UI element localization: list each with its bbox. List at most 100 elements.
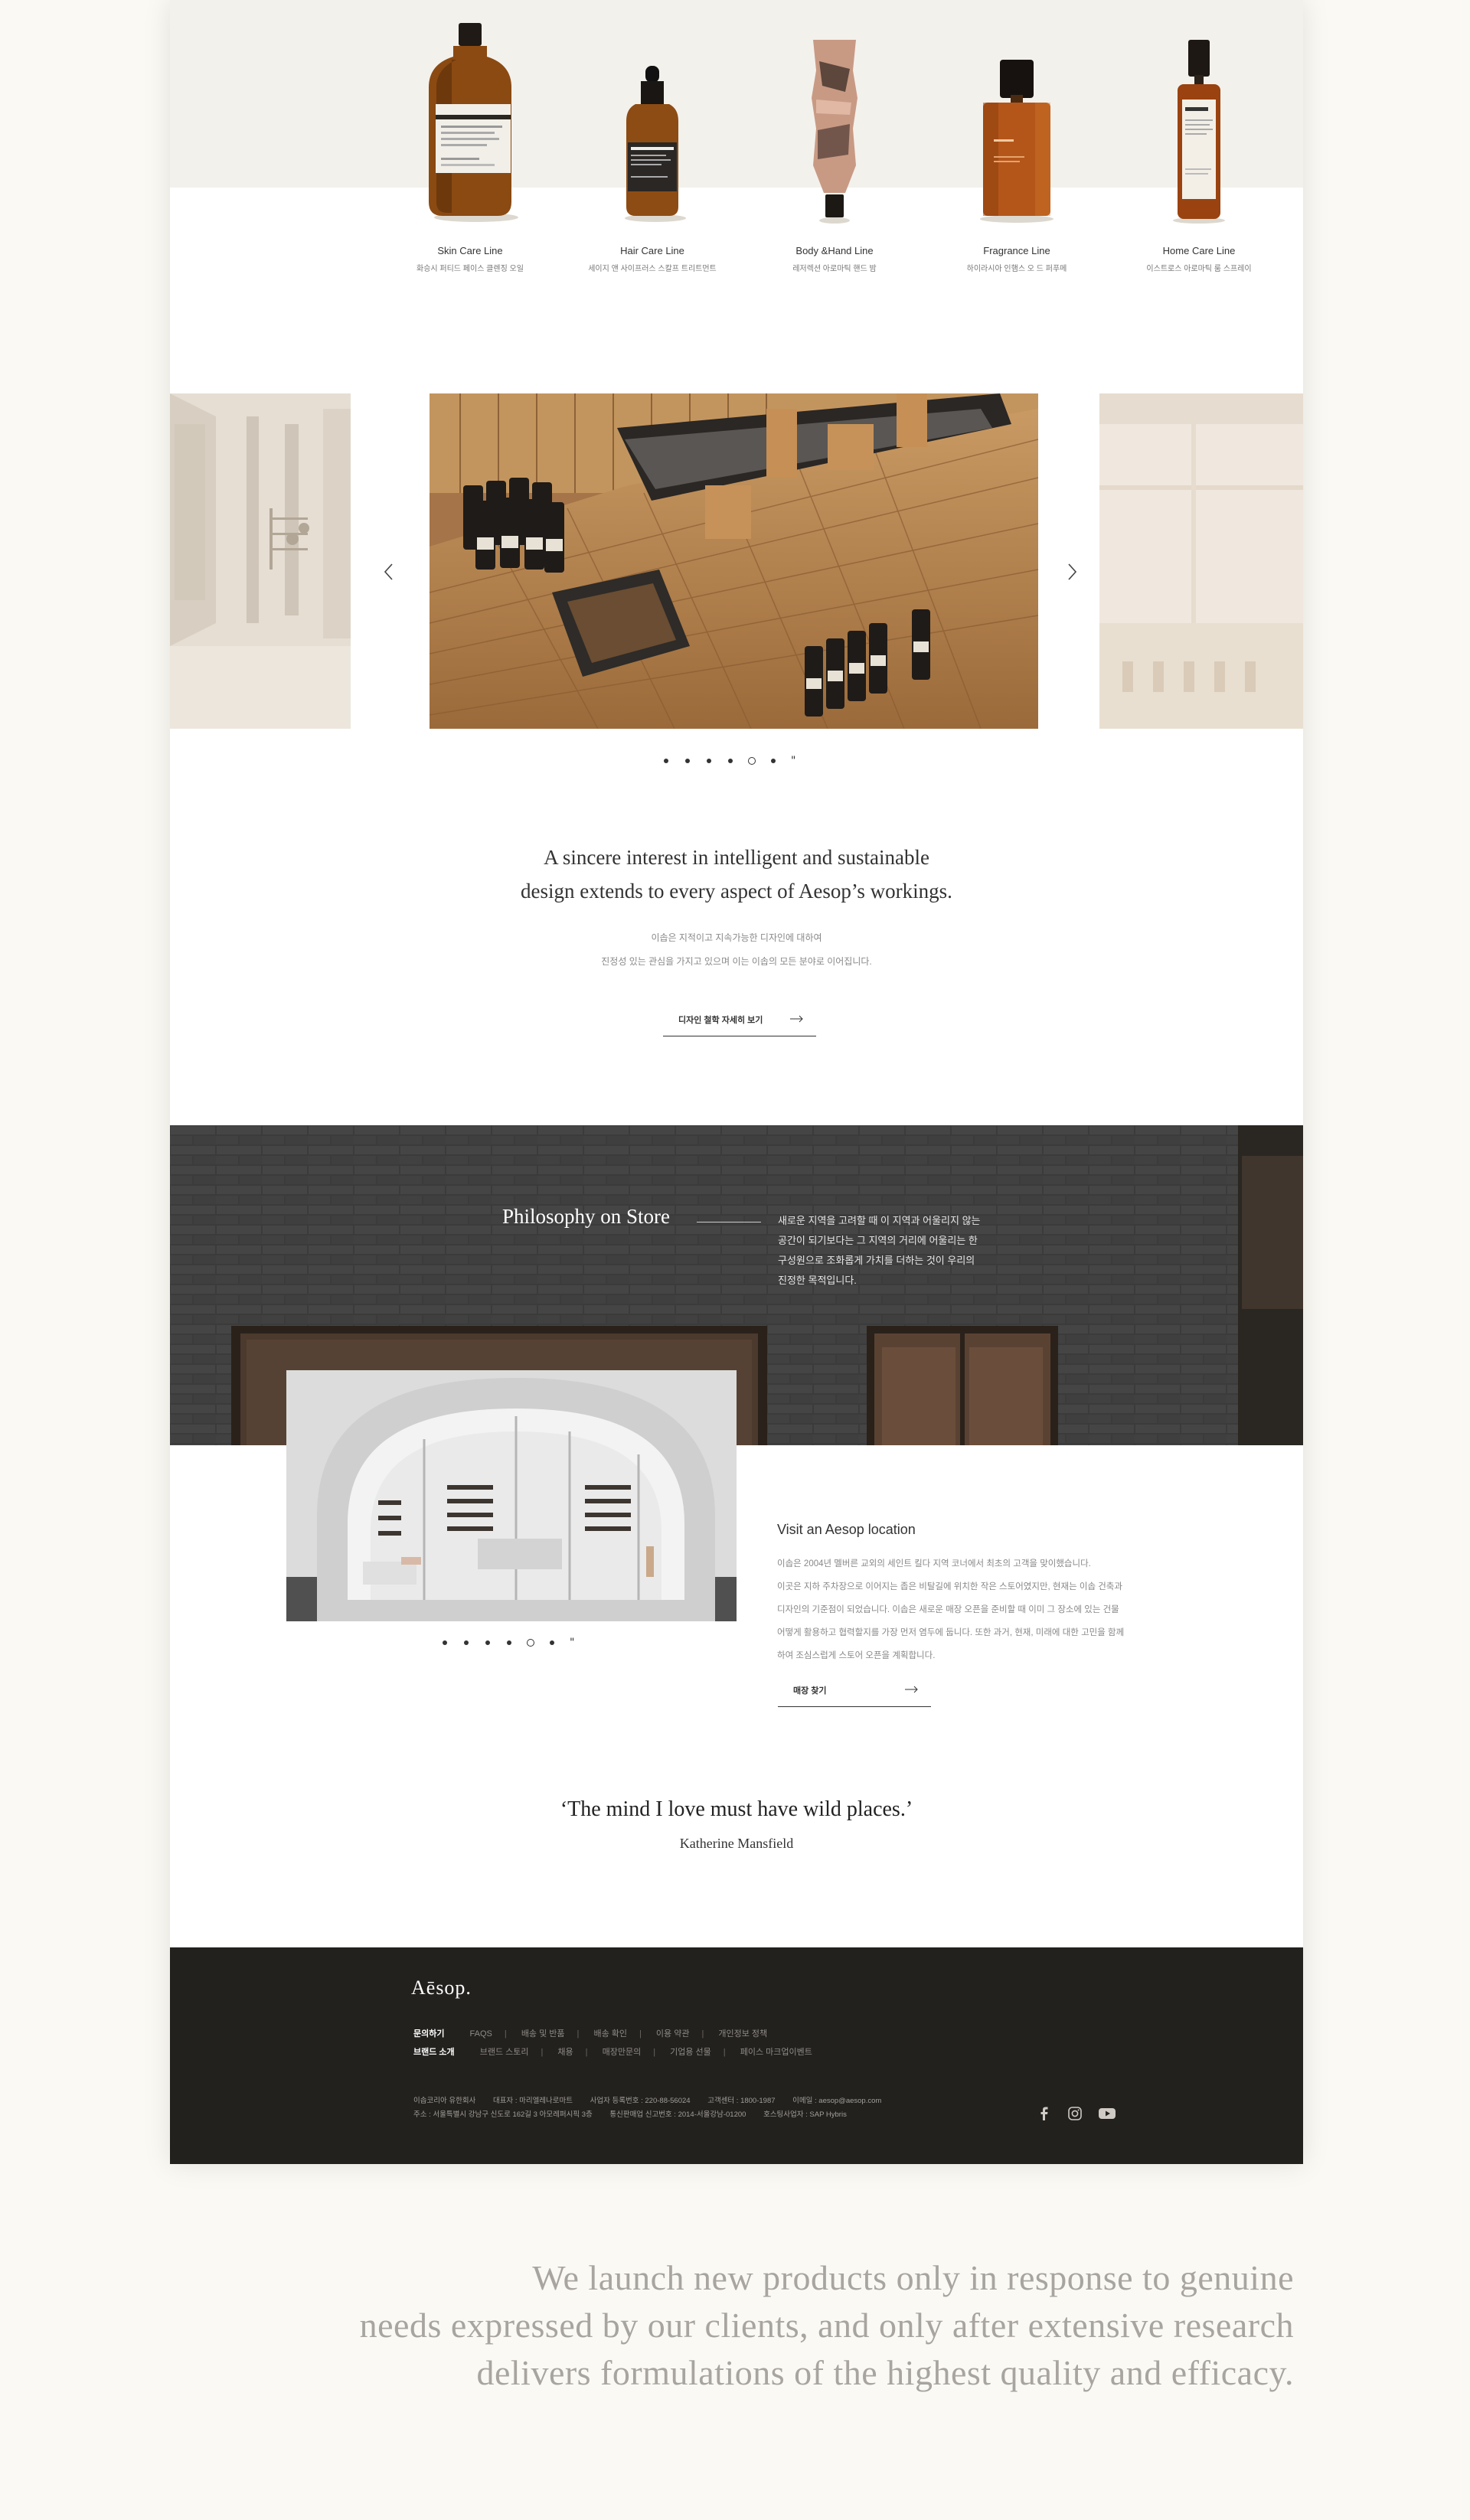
product-subtitle: 레저렉션 아로마틱 핸드 밤 [792, 265, 877, 273]
gallery-main-image [430, 393, 1038, 729]
fragrance-bottle-image [980, 60, 1054, 223]
button-label: 매장 찾기 [793, 1686, 827, 1696]
footer-link[interactable]: 이용 약관 [656, 2029, 690, 2039]
carousel-dot[interactable] [443, 1640, 447, 1645]
footer-row-label: 브랜드 소개 [413, 2048, 455, 2057]
footer-link[interactable]: 배송 확인 [593, 2029, 627, 2039]
facebook-icon[interactable] [1035, 2105, 1054, 2122]
product-subtitle: 이스트로스 아로마틱 룸 스프레이 [1146, 265, 1252, 273]
intro-ko-line: 진정성 있는 관심을 가지고 있으며 이는 이솝의 모든 분야로 이어집니다. [601, 956, 872, 967]
company-info: 호스팅사업자 : SAP Hybris [763, 2110, 847, 2119]
company-info: 이메일 : aesop@aesop.com [792, 2097, 882, 2105]
page-card: Skin Care Line 화승시 퍼티드 페이스 클렌징 오일 Hair C… [170, 0, 1303, 2164]
store-interior-image [286, 1370, 737, 1621]
youtube-icon[interactable] [1098, 2105, 1116, 2122]
visit-description: 이솝은 2004년 멜버른 교외의 세인트 킬다 지역 코너에서 최초의 고객을… [777, 1552, 1152, 1667]
carousel-dot[interactable] [664, 759, 668, 763]
carousel-dot[interactable] [685, 759, 690, 763]
intro-line: A sincere interest in intelligent and su… [544, 846, 929, 869]
product-home-care[interactable]: Home Care Line 이스트로스 아로마틱 룸 스프레이 [1122, 15, 1276, 276]
footer-brand-links: 브랜드 소개 브랜드 스토리 | 채용 | 매장만문의 | 기업용 선물 | 페이스 마… [413, 2048, 812, 2057]
footer-link[interactable]: 배송 및 반품 [521, 2029, 565, 2039]
product-name: Hair Care Line [620, 245, 684, 256]
product-subtitle: 세이지 앤 사이프러스 스칼프 트리트먼트 [588, 265, 717, 273]
carousel-dots: " [664, 756, 802, 767]
chevron-left-icon[interactable] [378, 560, 401, 583]
visit-desc-line: 이솝은 2004년 멜버른 교외의 세인트 킬다 지역 코너에서 최초의 고객을… [777, 1559, 1091, 1568]
visit-desc-line: 하여 조심스럽게 스토어 오픈을 계획합니다. [777, 1651, 936, 1660]
footer-contact-links: 문의하기 FAQS | 배송 및 반품 | 배송 확인 | 이용 약관 | 개인정보 정… [413, 2029, 768, 2039]
design-philosophy-button[interactable]: 디자인 철학 자세히 보기 [663, 1014, 816, 1036]
brand-tagline: We launch new products only in response … [214, 2254, 1294, 2397]
footer-link[interactable]: 개인정보 정책 [718, 2029, 767, 2039]
company-info: 주소 : 서울특별시 강남구 신도로 162길 3 아모레퍼시픽 3층 [413, 2110, 593, 2119]
product-name: Fragrance Line [983, 245, 1050, 256]
dropper-bottle-image [625, 66, 686, 222]
footer-link[interactable]: 기업용 선물 [670, 2048, 711, 2057]
carousel-dot-active[interactable] [527, 1639, 534, 1647]
carousel-dot[interactable] [707, 759, 711, 763]
product-fragrance[interactable]: Fragrance Line 하이라시아 인햄스 오 드 퍼푸메 [940, 15, 1093, 276]
footer-company-info: 이솝코리아 유한회사 대표자 : 마리엘레나로마트 사업자 등록번호 : 220… [413, 2094, 897, 2105]
store-desc-line: 새로운 지역을 고려할 때 이 지역과 어울리지 않는 [778, 1215, 981, 1226]
product-body-hand[interactable]: Body &Hand Line 레저렉션 아로마틱 핸드 밤 [758, 15, 911, 276]
company-info: 고객센터 : 1800-1987 [707, 2097, 776, 2105]
find-store-button[interactable]: 매장 찾기 [778, 1684, 931, 1707]
company-info: 통신판매업 신고번호 : 2014-서울강남-01200 [609, 2110, 746, 2119]
arrow-right-icon [790, 1015, 803, 1023]
company-info: 대표자 : 마리엘레나로마트 [492, 2097, 573, 2105]
amber-bottle-image [429, 23, 518, 222]
quote-author: Katherine Mansfield [679, 1836, 794, 1851]
carousel-dot[interactable] [507, 1640, 511, 1645]
tagline-line: We launch new products only in response … [532, 2258, 1294, 2297]
intro-description: 이솝은 지적이고 지속가능한 디자인에 대하여 진정성 있는 관심을 가지고 있… [430, 926, 1043, 974]
visit-title: Visit an Aesop location [777, 1522, 916, 1537]
instagram-icon[interactable] [1066, 2105, 1084, 2122]
product-name: Skin Care Line [437, 245, 503, 256]
gallery-next-image[interactable] [1099, 393, 1303, 729]
visit-desc-line: 이곳은 지하 주차장으로 이어지는 좁은 비탈길에 위치한 작은 스토어였지만,… [777, 1582, 1122, 1591]
carousel-dot[interactable] [728, 759, 733, 763]
chevron-right-icon[interactable] [1060, 560, 1083, 583]
carousel-dot[interactable] [464, 1640, 469, 1645]
carousel-dot-active[interactable] [748, 757, 756, 765]
product-hair-care[interactable]: Hair Care Line 세이지 앤 사이프러스 스칼프 트리트먼트 [576, 15, 729, 276]
tagline-line: delivers formulations of the highest qua… [476, 2353, 1294, 2392]
product-skin-care[interactable]: Skin Care Line 화승시 퍼티드 페이스 클렌징 오일 [394, 15, 547, 276]
footer-link[interactable]: 브랜드 스토리 [480, 2048, 529, 2057]
intro-line: design extends to every aspect of Aesop’… [521, 880, 952, 903]
product-subtitle: 하이라시아 인햄스 오 드 퍼푸메 [966, 265, 1067, 273]
visit-desc-line: 어떻게 활용하고 협력할지를 가장 먼저 염두에 둡니다. 또한 과거, 현재,… [777, 1628, 1125, 1637]
gallery-prev-image[interactable] [170, 393, 351, 729]
visit-desc-line: 디자인의 기준점이 되었습니다. 이솝은 새로운 매장 오픈을 준비할 때 이미… [777, 1605, 1119, 1614]
pause-icon[interactable]: " [570, 1637, 574, 1648]
carousel-dot[interactable] [550, 1640, 554, 1645]
footer-link[interactable]: 페이스 마크업이벤트 [740, 2048, 812, 2057]
button-label: 디자인 철학 자세히 보기 [678, 1016, 763, 1025]
product-name: Body &Hand Line [795, 245, 874, 256]
store-carousel-dots: " [443, 1637, 580, 1649]
store-desc-line: 구성원으로 조화롭게 가치를 더하는 것이 우리의 [778, 1255, 975, 1266]
store-desc-line: 공간이 되기보다는 그 지역의 거리에 어울리는 한 [778, 1235, 978, 1246]
tube-image [812, 40, 858, 224]
store-section-title: Philosophy on Store [502, 1205, 671, 1228]
footer-link[interactable]: 채용 [557, 2048, 573, 2057]
store-description: 새로운 지역을 고려할 때 이 지역과 어울리지 않는 공간이 되기보다는 그 … [778, 1211, 1000, 1291]
footer-link[interactable]: FAQS [470, 2029, 492, 2039]
company-info: 사업자 등록번호 : 220-88-56024 [590, 2097, 691, 2105]
footer-row-label: 문의하기 [413, 2029, 445, 2039]
room-spray-image [1173, 40, 1225, 224]
company-info: 이솝코리아 유한회사 [413, 2097, 476, 2105]
product-name: Home Care Line [1162, 245, 1236, 256]
footer-link[interactable]: 매장만문의 [603, 2048, 642, 2057]
footer-address-info: 주소 : 서울특별시 강남구 신도로 162길 3 아모레퍼시픽 3층 통신판매… [413, 2108, 862, 2119]
carousel-dot[interactable] [485, 1640, 490, 1645]
arrow-right-icon [905, 1686, 918, 1693]
intro-heading: A sincere interest in intelligent and su… [430, 841, 1043, 908]
pause-icon[interactable]: " [791, 756, 795, 766]
tagline-line: needs expressed by our clients, and only… [359, 2306, 1294, 2345]
carousel-dot[interactable] [771, 759, 776, 763]
quote-text: ‘The mind I love must have wild places.’ [560, 1797, 913, 1821]
footer-logo[interactable]: Aēsop. [411, 1977, 472, 1999]
store-desc-line: 진정한 목적입니다. [778, 1275, 857, 1286]
